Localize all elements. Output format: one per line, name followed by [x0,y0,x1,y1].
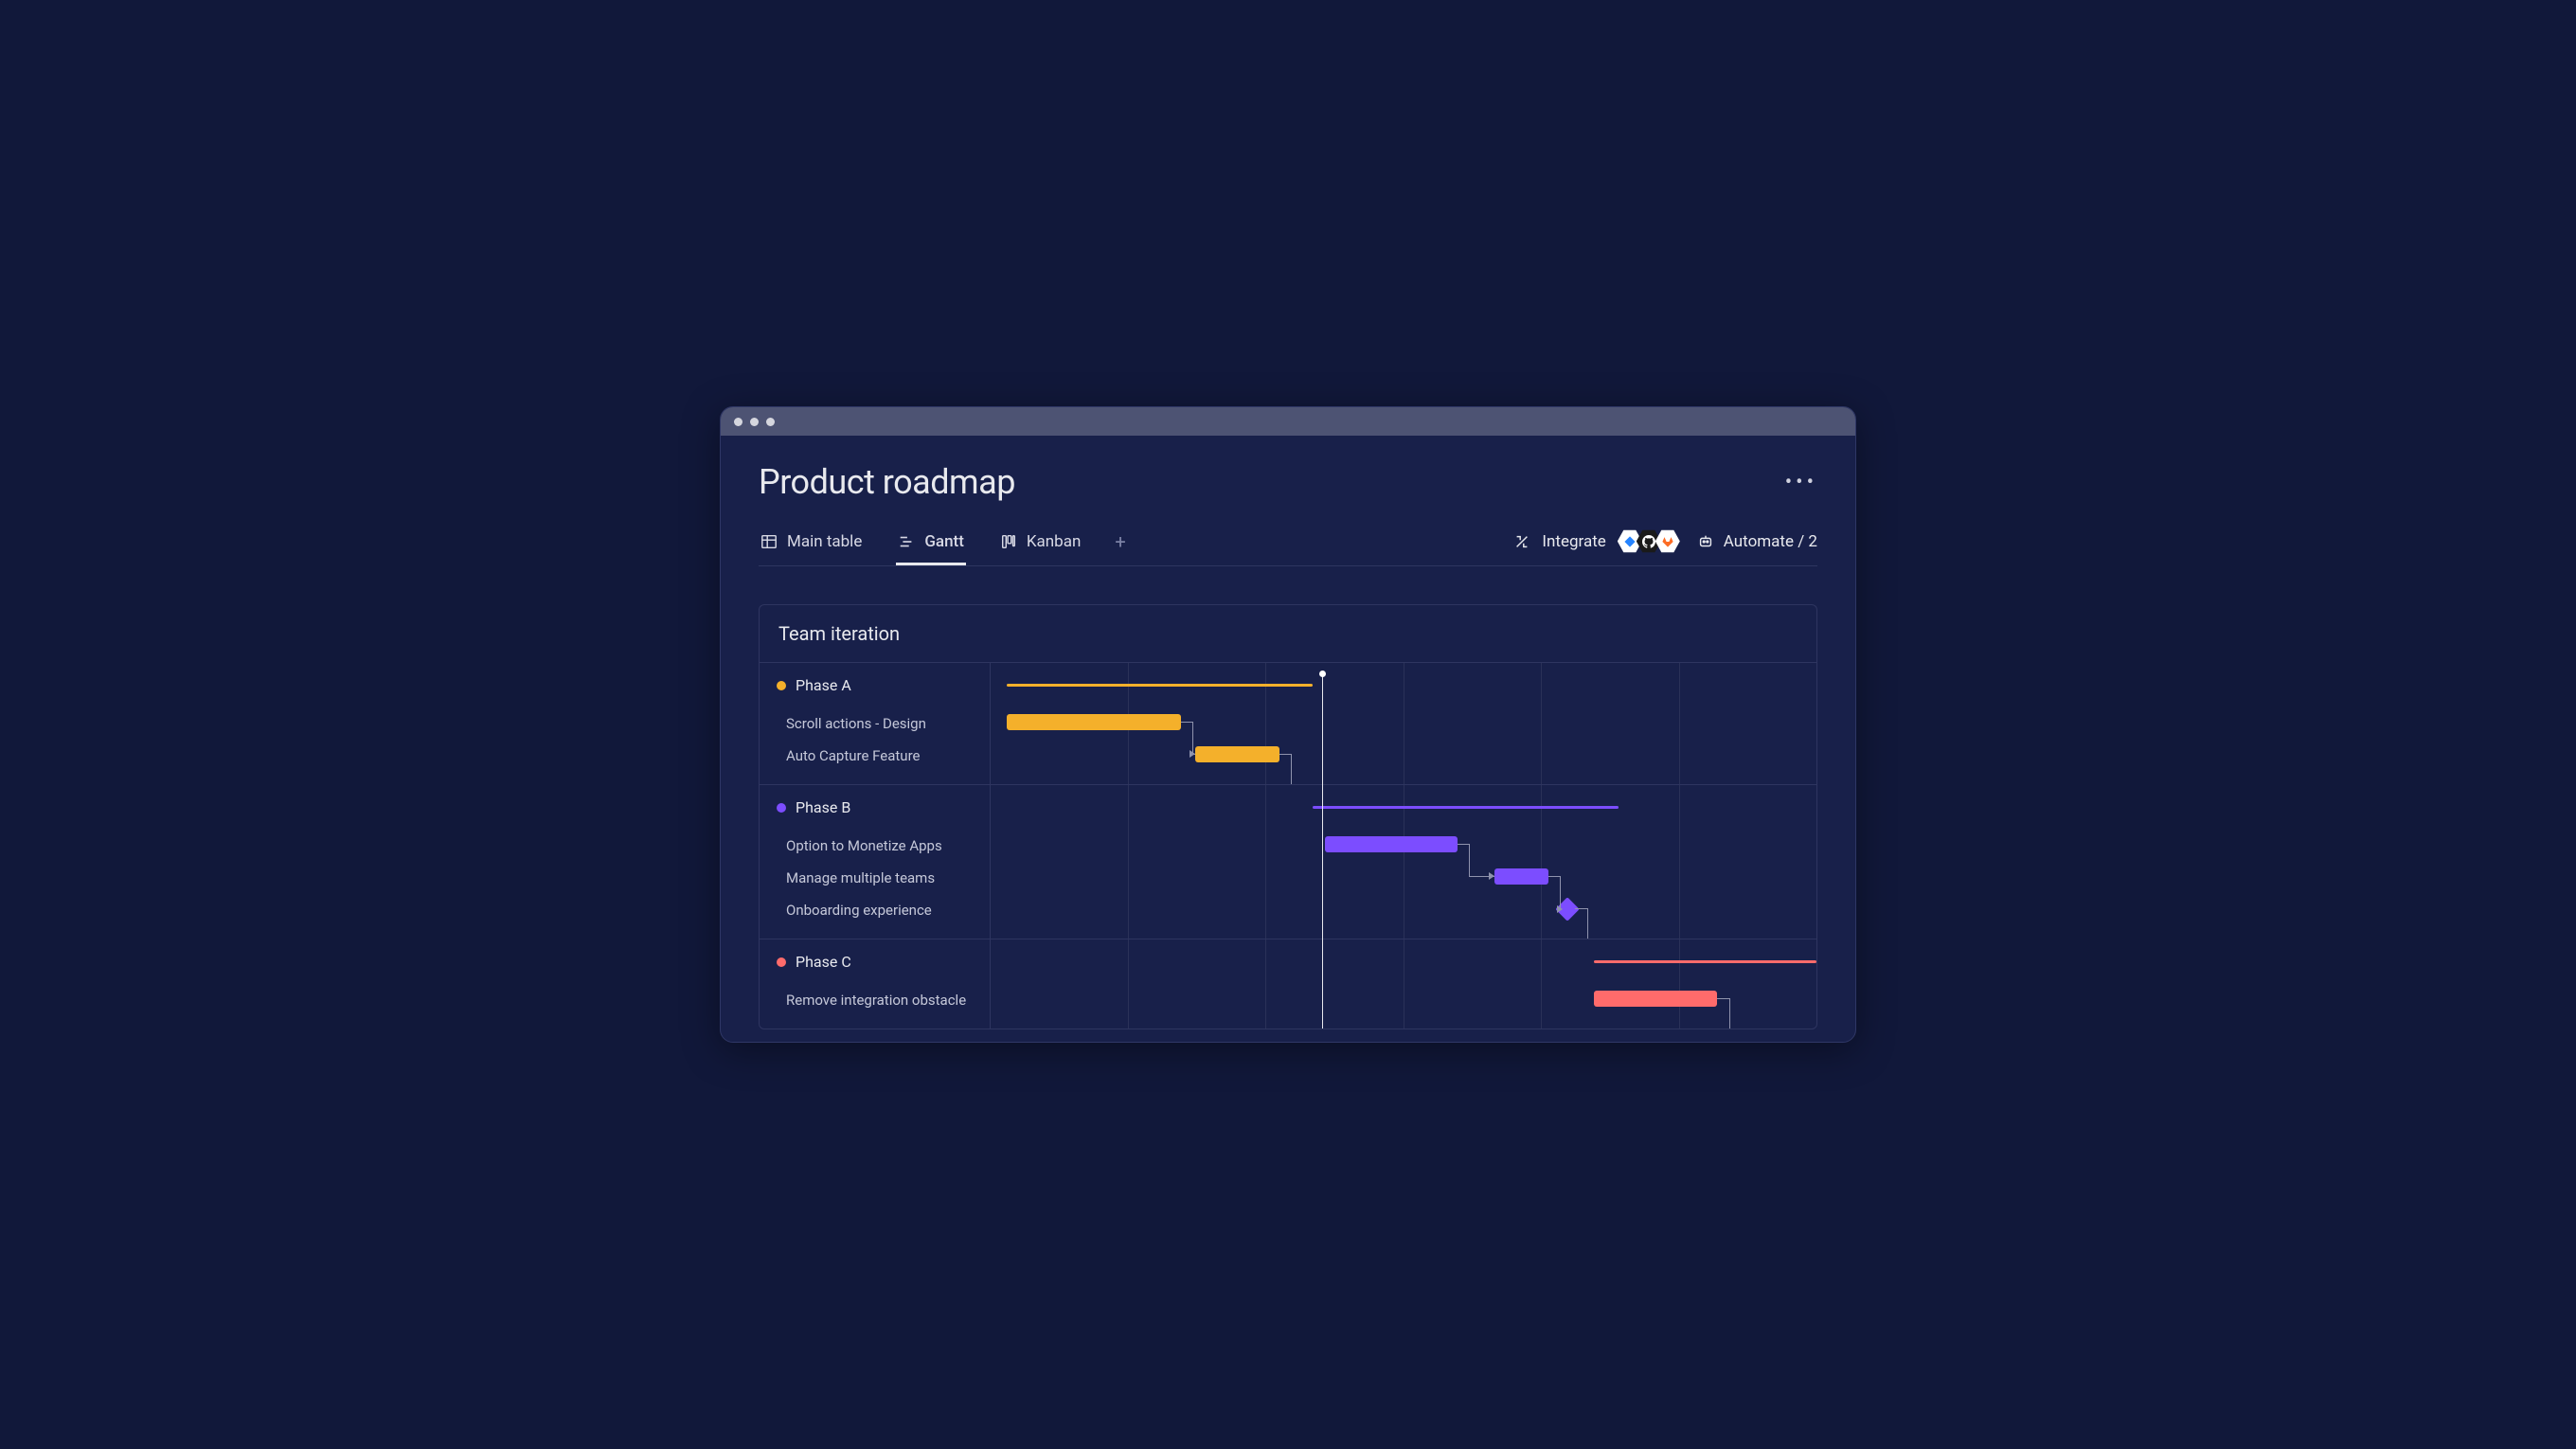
phase-header[interactable]: Phase A [760,663,990,707]
task-bar[interactable] [1007,714,1180,730]
page-title: Product roadmap [759,462,1015,502]
automate-button[interactable]: Automate / 2 [1697,532,1817,551]
gantt-phase-row: Phase B Option to Monetize AppsManage mu… [760,784,1816,939]
phase-summary-bar[interactable] [1007,684,1313,687]
task-bar[interactable] [1494,868,1548,885]
phase-chart-area [991,663,1816,784]
tab-kanban[interactable]: Kanban [998,527,1082,565]
phase-chart-area [991,939,1816,1029]
today-marker-dot [1319,671,1326,677]
phase-header[interactable]: Phase B [760,785,990,830]
phase-header[interactable]: Phase C [760,939,990,984]
phase-name: Phase A [796,676,851,694]
view-tabs: Main table Gantt Kanban + [759,527,1817,566]
app-window: Product roadmap ••• Main table Gantt [720,406,1856,1043]
automate-label: Automate / 2 [1724,532,1817,551]
phase-color-dot [777,681,786,690]
task-label[interactable]: Option to Monetize Apps [760,830,990,862]
task-label[interactable]: Scroll actions - Design [760,707,990,740]
kanban-icon [1000,533,1017,550]
phase-chart-area [991,785,1816,939]
integrate-label: Integrate [1542,532,1605,551]
phase-summary-bar[interactable] [1313,806,1619,809]
gantt-phase-row: Phase A Scroll actions - DesignAuto Capt… [760,662,1816,784]
content-area: Product roadmap ••• Main table Gantt [721,436,1855,1042]
phase-name: Phase B [796,798,850,816]
tab-label: Kanban [1027,532,1081,551]
window-control-dot[interactable] [750,418,759,426]
window-control-dot[interactable] [734,418,742,426]
task-label[interactable]: Onboarding experience [760,894,990,926]
task-label[interactable]: Remove integration obstacle [760,984,990,1016]
task-bar[interactable] [1195,746,1279,762]
more-menu-icon[interactable]: ••• [1785,471,1817,494]
automate-icon [1697,533,1714,550]
tab-label: Gantt [924,532,964,551]
phase-label-column: Phase B Option to Monetize AppsManage mu… [760,785,991,939]
phase-color-dot [777,803,786,813]
integrate-button[interactable]: Integrate [1513,529,1679,554]
phase-name: Phase C [796,953,851,971]
window-titlebar [721,407,1855,436]
phase-color-dot [777,957,786,967]
gantt-phase-row: Phase C Remove integration obstacle [760,939,1816,1029]
task-label[interactable]: Manage multiple teams [760,862,990,894]
phase-summary-bar[interactable] [1594,960,1816,963]
tab-main-table[interactable]: Main table [759,527,864,565]
gantt-rows: Phase A Scroll actions - DesignAuto Capt… [760,662,1816,1029]
task-bar[interactable] [1594,991,1718,1007]
integration-logos [1618,529,1680,554]
board-title: Team iteration [760,605,1816,662]
table-icon [760,533,778,550]
task-label[interactable]: Auto Capture Feature [760,740,990,772]
today-marker [1322,674,1323,1029]
window-control-dot[interactable] [766,418,775,426]
tab-label: Main table [787,532,862,551]
phase-label-column: Phase C Remove integration obstacle [760,939,991,1029]
gitlab-logo-icon [1655,529,1680,554]
tab-gantt[interactable]: Gantt [896,527,966,565]
gantt-board: Team iteration Phase A Scroll actions - … [759,604,1817,1029]
phase-label-column: Phase A Scroll actions - DesignAuto Capt… [760,663,991,784]
add-view-button[interactable]: + [1115,530,1125,563]
task-bar[interactable] [1325,836,1458,852]
gantt-icon [898,533,915,550]
integrate-icon [1513,533,1530,550]
